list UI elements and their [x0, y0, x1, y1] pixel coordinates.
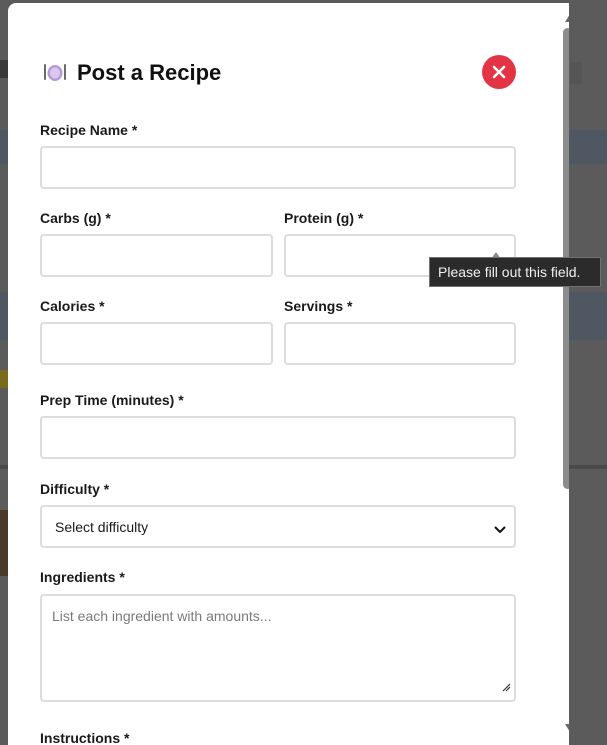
protein-label: Protein (g) *: [284, 210, 364, 226]
ingredients-placeholder: List each ingredient with amounts...: [52, 608, 272, 624]
post-recipe-modal: Post a Recipe Recipe Name * Carbs (g) * …: [8, 3, 569, 745]
background-fragment: [0, 370, 8, 388]
difficulty-label: Difficulty *: [40, 481, 110, 497]
difficulty-selected-value: Select difficulty: [55, 519, 149, 535]
scroll-down-icon[interactable]: [565, 719, 569, 737]
background-fragment: [0, 60, 8, 78]
instructions-label: Instructions *: [40, 730, 130, 745]
scroll-up-icon[interactable]: [565, 9, 569, 27]
close-button[interactable]: [482, 55, 516, 89]
modal-content: Post a Recipe Recipe Name * Carbs (g) * …: [8, 3, 553, 745]
ingredients-textarea[interactable]: List each ingredient with amounts...: [40, 594, 516, 702]
ingredients-label: Ingredients *: [40, 569, 125, 585]
background-fragment: [570, 62, 582, 84]
prep-time-label: Prep Time (minutes) *: [40, 392, 184, 408]
servings-label: Servings *: [284, 298, 353, 314]
carbs-input[interactable]: [40, 234, 273, 277]
recipe-name-label: Recipe Name *: [40, 122, 138, 138]
prep-time-input[interactable]: [40, 416, 516, 459]
resize-grip-icon[interactable]: [502, 679, 511, 697]
difficulty-select[interactable]: Select difficulty: [40, 505, 516, 548]
plate-cutlery-icon: [42, 59, 68, 85]
calories-input[interactable]: [40, 322, 273, 365]
calories-label: Calories *: [40, 298, 105, 314]
carbs-label: Carbs (g) *: [40, 210, 111, 226]
modal-header: Post a Recipe: [42, 55, 516, 95]
validation-tooltip: Please fill out this field.: [429, 257, 601, 287]
servings-input[interactable]: [284, 322, 516, 365]
close-icon: [492, 65, 506, 79]
chevron-down-icon: [494, 521, 506, 539]
modal-title: Post a Recipe: [77, 60, 222, 85]
recipe-name-input[interactable]: [40, 146, 516, 189]
scrollbar[interactable]: [561, 3, 569, 745]
background-fragment: [0, 510, 8, 576]
